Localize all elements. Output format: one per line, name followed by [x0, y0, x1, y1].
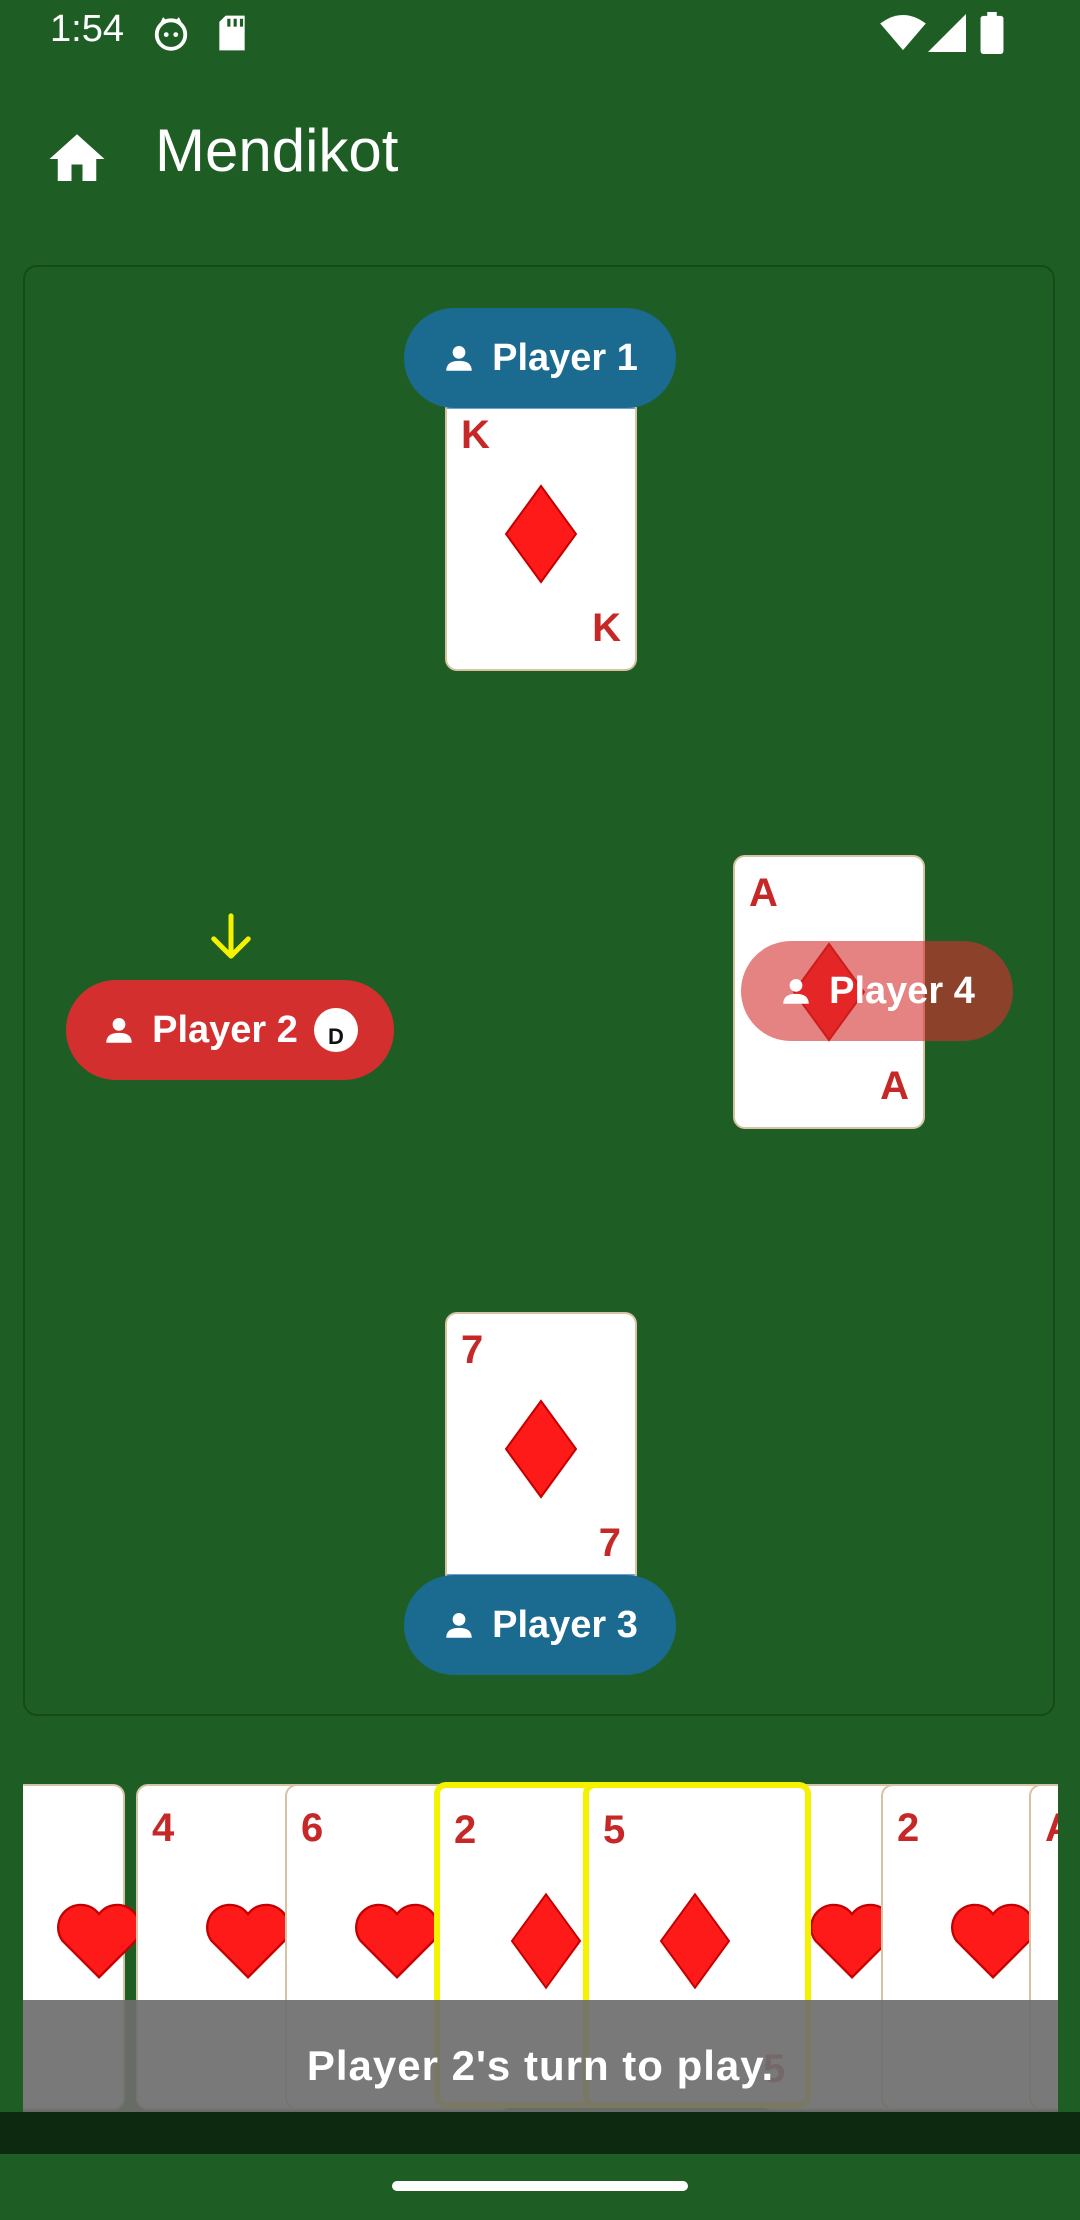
played-card-player-1: K K: [445, 397, 637, 671]
wifi-icon: [880, 14, 926, 51]
diamond-suit-icon: [504, 484, 578, 584]
heart-suit-icon: [206, 1903, 290, 1979]
person-icon: [446, 1612, 472, 1638]
player-1-pill: Player 1: [404, 308, 676, 408]
card-rank-top: 6: [301, 1806, 324, 1850]
arrow-down-icon: [211, 913, 251, 959]
person-icon: [783, 978, 809, 1004]
person-icon: [446, 345, 472, 371]
diamond-suit-icon: [659, 1892, 731, 1990]
status-bar: 1:54: [0, 0, 1080, 66]
card-rank-top: A: [749, 871, 778, 915]
card-rank-bottom: A: [880, 1064, 909, 1108]
card-rank-bottom: 7: [598, 1521, 621, 1565]
played-card-player-3: 7 7: [445, 1312, 637, 1586]
player-2-pill: Player 2 D: [66, 980, 394, 1080]
player-1-label: Player 1: [492, 336, 638, 379]
player-2-label: Player 2: [152, 1008, 298, 1051]
heart-suit-icon: [355, 1903, 439, 1979]
app-title: Mendikot: [155, 117, 399, 184]
sd-card-icon: [219, 15, 245, 51]
cat-notification-icon: [154, 17, 188, 51]
toast-message: Player 2's turn to play.: [306, 2042, 775, 2089]
bottom-bar: [0, 2112, 1080, 2154]
heart-suit-icon: [57, 1903, 141, 1979]
card-rank-top: 2: [897, 1806, 920, 1850]
app-bar: Mendikot: [0, 86, 1080, 216]
dealer-badge: D: [313, 1008, 358, 1052]
battery-icon: [980, 12, 1004, 54]
heart-suit-icon: [951, 1903, 1035, 1979]
player-3-label: Player 3: [492, 1603, 638, 1646]
player-3-pill: Player 3: [404, 1575, 676, 1675]
signal-icon: [928, 14, 966, 52]
card-rank-top: 7: [461, 1328, 484, 1372]
diamond-suit-icon: [504, 1399, 578, 1499]
diamond-suit-icon: [510, 1892, 582, 1990]
card-rank-top: A: [1045, 1806, 1058, 1851]
card-rank-top: 5: [603, 1808, 626, 1852]
card-rank-bottom: K: [592, 606, 621, 650]
card-rank-top: 2: [454, 1808, 477, 1852]
person-icon: [106, 1017, 132, 1043]
turn-toast: Player 2's turn to play.: [23, 2000, 1058, 2112]
player-4-pill: Player 4: [741, 941, 1013, 1041]
player-4-label: Player 4: [829, 969, 975, 1012]
gesture-handle[interactable]: [392, 2181, 688, 2191]
card-rank-top: 4: [152, 1806, 175, 1850]
home-icon: [49, 134, 105, 181]
card-rank-top: K: [461, 413, 490, 457]
home-button[interactable]: [44, 126, 110, 192]
status-time: 1:54: [50, 8, 124, 50]
